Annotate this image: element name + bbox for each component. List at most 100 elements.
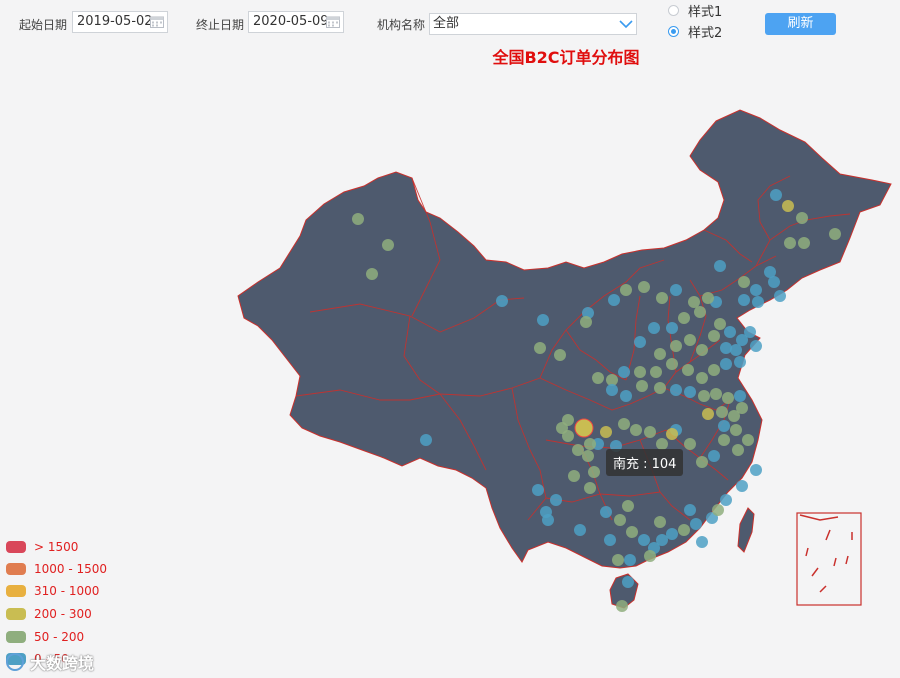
city-point[interactable] [714, 318, 726, 330]
city-point[interactable] [638, 534, 650, 546]
city-point[interactable] [708, 364, 720, 376]
city-point[interactable] [710, 388, 722, 400]
city-point[interactable] [600, 506, 612, 518]
city-point[interactable] [744, 326, 756, 338]
city-point[interactable] [734, 356, 746, 368]
city-point[interactable] [670, 284, 682, 296]
city-point[interactable] [718, 434, 730, 446]
city-point[interactable] [768, 276, 780, 288]
city-point[interactable] [654, 382, 666, 394]
city-point[interactable] [608, 294, 620, 306]
city-point[interactable] [696, 344, 708, 356]
city-point[interactable] [684, 438, 696, 450]
city-point[interactable] [829, 228, 841, 240]
city-point[interactable] [616, 600, 628, 612]
city-point[interactable] [550, 494, 562, 506]
city-point[interactable] [496, 295, 508, 307]
legend-item[interactable]: 50 - 200 [6, 630, 84, 644]
city-point[interactable] [420, 434, 432, 446]
city-point[interactable] [554, 349, 566, 361]
legend-item[interactable]: > 1500 [6, 540, 78, 554]
city-point[interactable] [798, 237, 810, 249]
city-point[interactable] [600, 426, 612, 438]
city-point[interactable] [654, 516, 666, 528]
city-point[interactable] [634, 366, 646, 378]
city-point[interactable] [784, 237, 796, 249]
city-point[interactable] [654, 348, 666, 360]
city-point[interactable] [730, 344, 742, 356]
city-point[interactable] [750, 464, 762, 476]
city-point[interactable] [666, 428, 678, 440]
city-point[interactable] [736, 480, 748, 492]
city-point[interactable] [690, 518, 702, 530]
city-point[interactable] [612, 554, 624, 566]
city-point[interactable] [572, 444, 584, 456]
city-point[interactable] [604, 534, 616, 546]
city-point[interactable] [684, 504, 696, 516]
city-point[interactable] [537, 314, 549, 326]
city-point[interactable] [750, 284, 762, 296]
city-point[interactable] [352, 213, 364, 225]
city-point[interactable] [770, 189, 782, 201]
city-point[interactable] [708, 450, 720, 462]
city-point[interactable] [532, 484, 544, 496]
city-point[interactable] [684, 386, 696, 398]
city-point[interactable] [722, 392, 734, 404]
city-point[interactable] [620, 284, 632, 296]
city-point[interactable] [656, 292, 668, 304]
city-point[interactable] [714, 260, 726, 272]
city-point[interactable] [728, 410, 740, 422]
city-point[interactable] [650, 366, 662, 378]
city-point[interactable] [634, 336, 646, 348]
legend-item[interactable]: 1000 - 1500 [6, 562, 107, 576]
city-point[interactable] [738, 294, 750, 306]
city-point[interactable] [614, 514, 626, 526]
city-point[interactable] [774, 290, 786, 302]
city-point[interactable] [666, 358, 678, 370]
city-point[interactable] [630, 424, 642, 436]
city-point[interactable] [738, 276, 750, 288]
city-point[interactable] [622, 576, 634, 588]
city-point[interactable] [618, 418, 630, 430]
city-point[interactable] [720, 494, 732, 506]
city-point[interactable] [606, 384, 618, 396]
city-point[interactable] [742, 434, 754, 446]
city-point[interactable] [588, 466, 600, 478]
highlighted-city-point[interactable] [574, 418, 594, 438]
city-point[interactable] [712, 504, 724, 516]
legend-item[interactable]: 310 - 1000 [6, 584, 99, 598]
city-point[interactable] [636, 380, 648, 392]
city-point[interactable] [568, 470, 580, 482]
city-point[interactable] [626, 526, 638, 538]
city-point[interactable] [366, 268, 378, 280]
city-point[interactable] [638, 281, 650, 293]
city-point[interactable] [696, 372, 708, 384]
city-point[interactable] [670, 384, 682, 396]
city-point[interactable] [734, 390, 746, 402]
city-point[interactable] [624, 554, 636, 566]
city-point[interactable] [382, 239, 394, 251]
city-point[interactable] [592, 372, 604, 384]
city-point[interactable] [666, 322, 678, 334]
city-point[interactable] [720, 358, 732, 370]
city-point[interactable] [696, 536, 708, 548]
city-point[interactable] [684, 334, 696, 346]
city-point[interactable] [678, 312, 690, 324]
city-point[interactable] [688, 296, 700, 308]
city-point[interactable] [580, 316, 592, 328]
legend-item[interactable]: 200 - 300 [6, 607, 92, 621]
city-point[interactable] [678, 524, 690, 536]
city-point[interactable] [622, 500, 634, 512]
city-point[interactable] [582, 450, 594, 462]
city-point[interactable] [694, 306, 706, 318]
china-map[interactable] [0, 0, 900, 678]
city-point[interactable] [562, 414, 574, 426]
city-point[interactable] [724, 326, 736, 338]
city-point[interactable] [702, 292, 714, 304]
city-point[interactable] [644, 550, 656, 562]
city-point[interactable] [542, 514, 554, 526]
city-point[interactable] [796, 212, 808, 224]
city-point[interactable] [720, 342, 732, 354]
city-point[interactable] [696, 456, 708, 468]
city-point[interactable] [698, 390, 710, 402]
